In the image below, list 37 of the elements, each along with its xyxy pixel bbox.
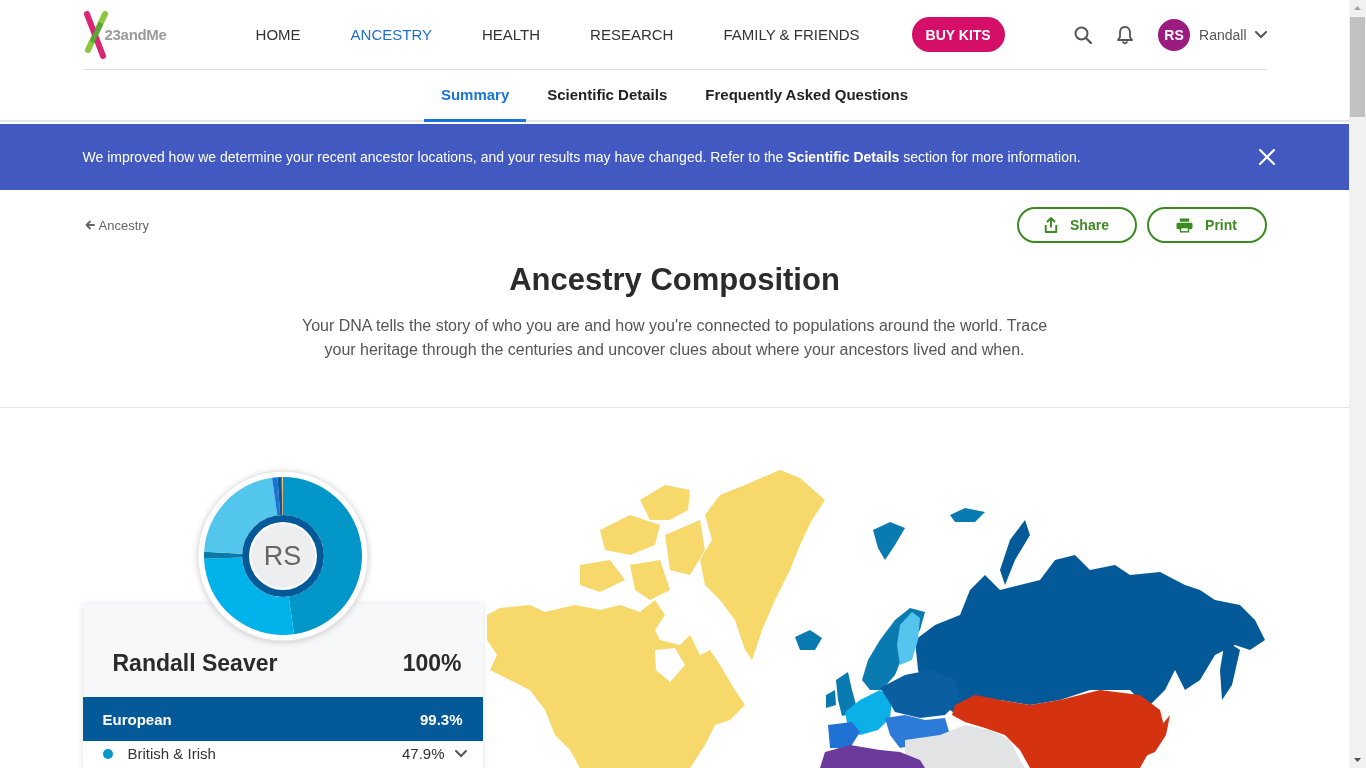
nav-link[interactable]: HEALTH: [482, 26, 541, 43]
population-percent: 47.9%: [401, 745, 445, 763]
section-tab[interactable]: Scientific Details: [530, 70, 685, 122]
scrollbar-thumb[interactable]: [1350, 17, 1365, 117]
printer-icon: [1176, 217, 1194, 233]
search-icon: [1074, 25, 1092, 44]
section-tab[interactable]: Frequently Asked Questions: [688, 70, 926, 122]
nav-link[interactable]: FAMILY & FRIENDS: [723, 26, 860, 43]
search-button[interactable]: [1074, 25, 1092, 44]
close-icon: [1258, 149, 1275, 165]
chevron-down-icon: [1254, 30, 1267, 39]
nav-link[interactable]: ANCESTRY: [350, 26, 432, 43]
banner-message: We improved how we determine your recent ancestor locations, and your results may have changed. Refer to the Scientific Details section for more information.: [82, 149, 1081, 165]
close-button[interactable]: [1258, 149, 1275, 165]
scrollbar[interactable]: [1349, 0, 1366, 768]
nav-link[interactable]: HOME: [255, 26, 301, 43]
chevron-down-icon[interactable]: [454, 750, 467, 758]
total-percent: 100%: [402, 650, 462, 677]
page-title: Ancestry Composition: [508, 261, 841, 299]
population-name: British & Irish: [127, 745, 216, 763]
print-button[interactable]: Print: [1146, 207, 1267, 243]
back-link[interactable]: Ancestry: [84, 217, 150, 233]
group-name: European: [102, 710, 172, 728]
user-avatar: RS: [1158, 18, 1190, 51]
share-icon: [1044, 217, 1059, 233]
notifications-button[interactable]: [1116, 24, 1134, 45]
group-percent: 99.3%: [419, 710, 463, 728]
intro-text: Your DNA tells the story of who you are and how you're connected to populations around the world. Trace your heritage through the centuries and uncover clues about where your ancestors lived and when.: [300, 316, 1049, 360]
arrow-left-icon: [84, 220, 95, 230]
share-button[interactable]: Share: [1016, 207, 1137, 243]
buy-kits-button[interactable]: BUY KITS: [911, 17, 1005, 52]
region-group-bar[interactable]: European 99.3%: [82, 697, 483, 741]
user-menu[interactable]: RS Randall: [1158, 18, 1267, 51]
user-name: Randall: [1199, 26, 1247, 43]
bell-icon: [1116, 24, 1134, 45]
nav-link[interactable]: RESEARCH: [590, 26, 674, 43]
person-name: Randall Seaver: [112, 650, 278, 677]
